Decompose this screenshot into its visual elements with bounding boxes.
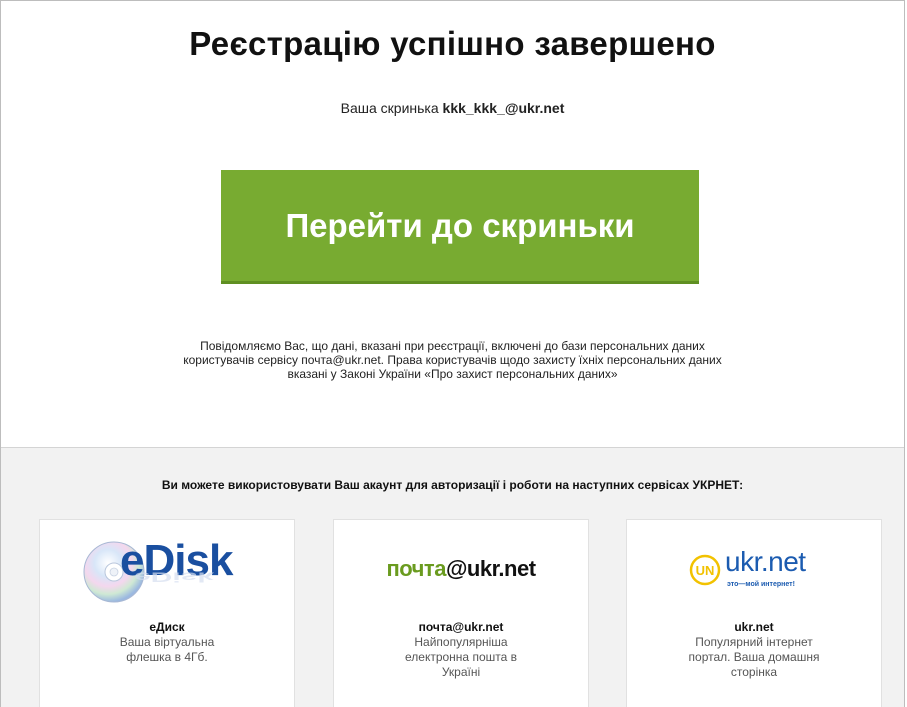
privacy-notice: Повідомляємо Вас, що дані, вказані при р… <box>101 339 804 381</box>
privacy-notice-line: Повідомляємо Вас, що дані, вказані при р… <box>200 339 705 353</box>
ukrnet-logo-text: ukr.net <box>725 546 806 577</box>
registration-success-section: Реєстрацію успішно завершено Ваша скринь… <box>1 1 904 448</box>
service-card-ukrnet[interactable]: UN ukr.net это—мой интернет! ukr.net Поп… <box>626 519 882 707</box>
privacy-notice-line: користувачів сервісу почта@ukr.net. Прав… <box>183 353 722 367</box>
pochta-logo-text-part1: почта <box>386 556 446 581</box>
service-description: Популярний інтернет портал. Ваша домашня… <box>688 635 820 679</box>
go-to-mailbox-button[interactable]: Перейти до скриньки <box>221 170 699 284</box>
pochta-logo-icon: почта@ukr.net <box>334 556 588 582</box>
ukrnet-logo-icon: UN <box>689 554 721 586</box>
edisk-logo: eDisk eDisk <box>40 520 294 616</box>
service-name: ukr.net <box>734 620 774 634</box>
mailbox-address: kkk_kkk_@ukr.net <box>442 100 565 116</box>
service-description: Найпопулярніша електронна пошта в Україн… <box>405 635 517 679</box>
service-card-edisk[interactable]: eDisk eDisk eДиск Ваша віртуальна флешка… <box>39 519 295 707</box>
ukrnet-logo: UN ukr.net это—мой интернет! <box>627 520 881 616</box>
pochta-logo: почта@ukr.net <box>334 520 588 616</box>
privacy-notice-line: вказані у Законі України «Про захист пер… <box>287 367 618 381</box>
services-section: Ви можете використовувати Ваш акаунт для… <box>1 448 904 707</box>
svg-text:UN: UN <box>696 563 715 578</box>
pochta-logo-text-part2: @ukr.net <box>445 556 536 581</box>
edisk-logo-reflection: eDisk <box>134 569 215 584</box>
service-name: почта@ukr.net <box>418 620 504 634</box>
services-heading: Ви можете використовувати Ваш акаунт для… <box>161 478 744 492</box>
mailbox-prefix: Ваша скринька <box>340 100 439 116</box>
service-card-pochta[interactable]: почта@ukr.net почта@ukr.net Найпопулярні… <box>333 519 589 707</box>
ukrnet-logo-slogan: это—мой интернет! <box>727 581 795 588</box>
mailbox-info: Ваша скринька kkk_kkk_@ukr.net <box>1 100 904 116</box>
page-frame: Реєстрацію успішно завершено Ваша скринь… <box>0 0 905 707</box>
page-title: Реєстрацію успішно завершено <box>189 25 716 62</box>
service-description: Ваша віртуальна флешка в 4Гб. <box>119 635 215 664</box>
service-name: eДиск <box>149 620 185 634</box>
